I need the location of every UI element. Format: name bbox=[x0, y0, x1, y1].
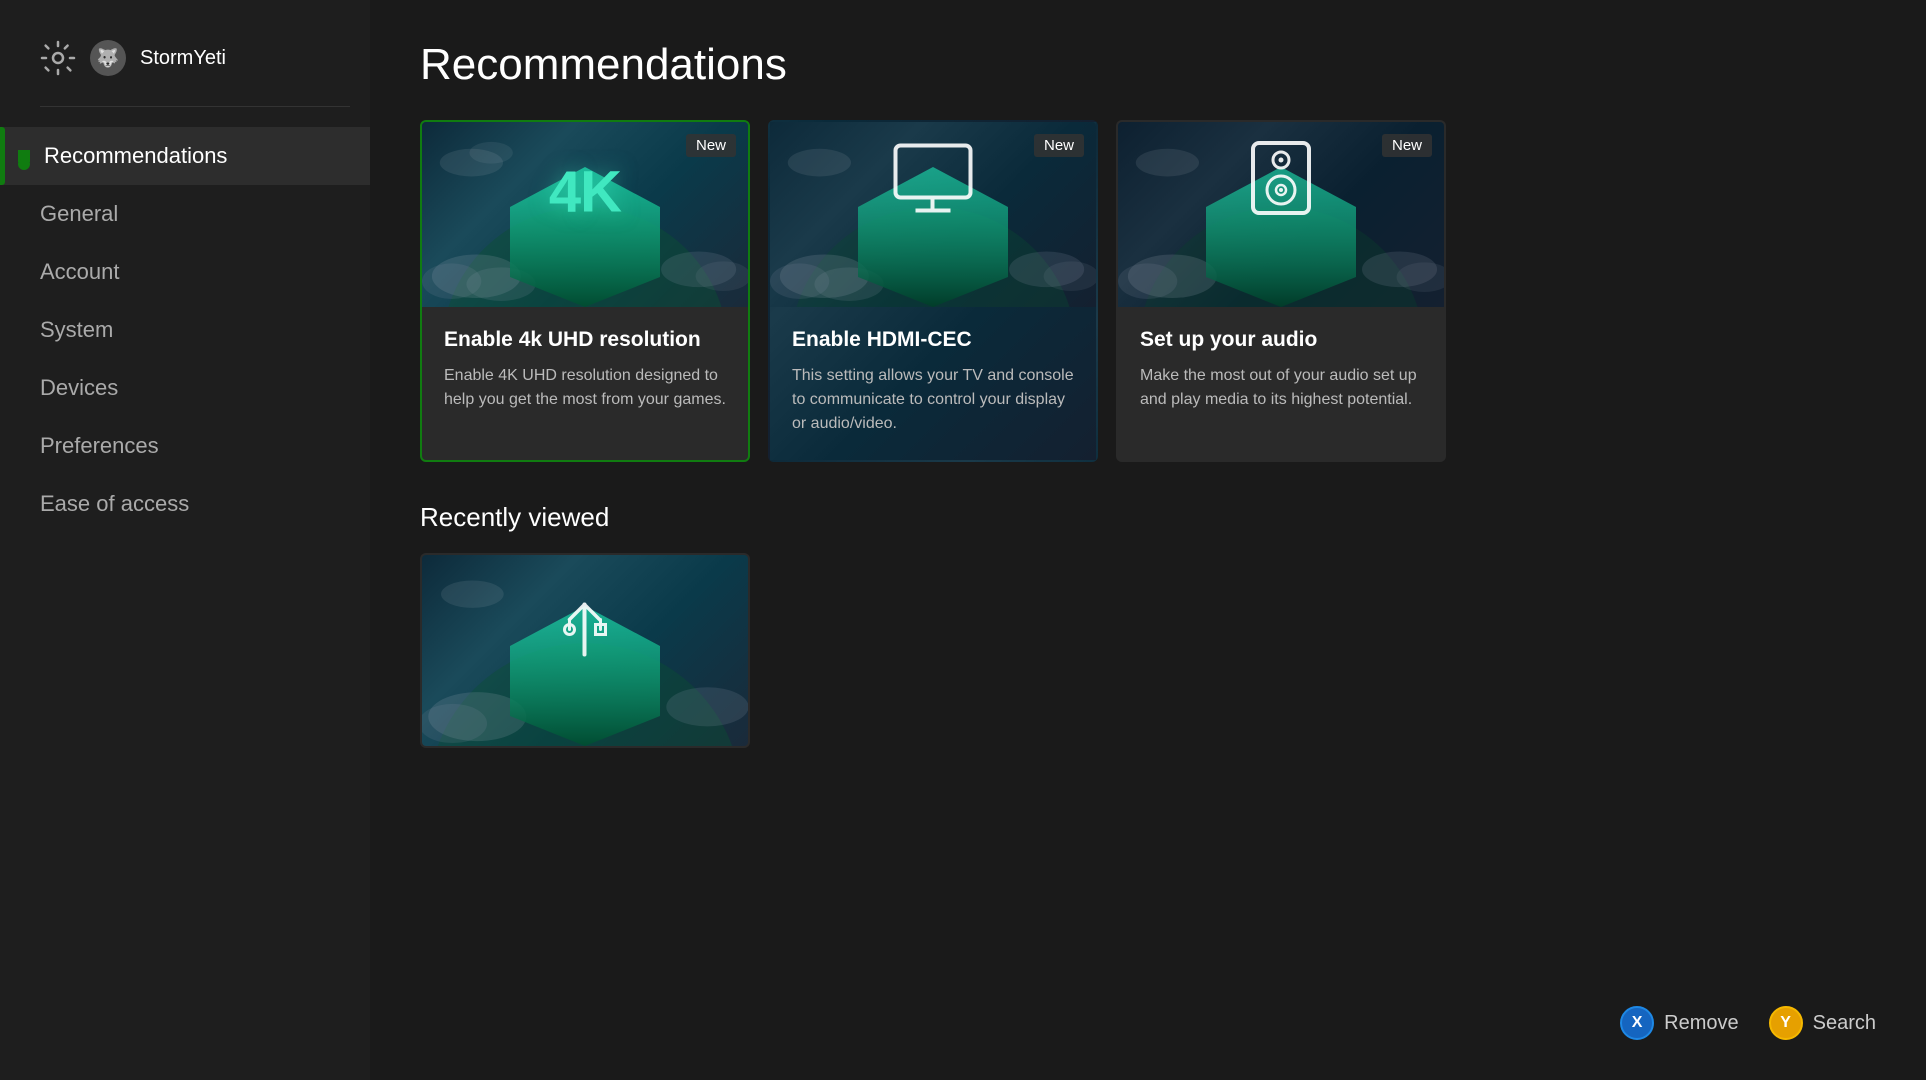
remove-label: Remove bbox=[1664, 1012, 1738, 1035]
rec-card-audio[interactable]: New Set up your audio Make the most out … bbox=[1116, 120, 1446, 462]
sidebar-item-recommendations[interactable]: Recommendations bbox=[0, 127, 370, 185]
sidebar-divider bbox=[40, 106, 350, 107]
sidebar-label-account: Account bbox=[40, 259, 120, 285]
sidebar-item-account[interactable]: Account bbox=[0, 243, 370, 301]
rec-card-4k[interactable]: 4K New Enable 4k UHD resolution Enable 4… bbox=[420, 120, 750, 462]
sidebar-item-ease-of-access[interactable]: Ease of access bbox=[0, 475, 370, 533]
bottom-bar: X Remove Y Search bbox=[1620, 1006, 1876, 1040]
username-label: StormYeti bbox=[140, 47, 226, 70]
page-title: Recommendations bbox=[420, 40, 1876, 90]
sidebar-item-general[interactable]: General bbox=[0, 185, 370, 243]
recent-card-image-1 bbox=[422, 555, 748, 746]
badge-new-audio: New bbox=[1382, 134, 1432, 157]
sidebar-label-general: General bbox=[40, 201, 118, 227]
sidebar-label-devices: Devices bbox=[40, 375, 118, 401]
card-body-audio: Set up your audio Make the most out of y… bbox=[1118, 307, 1444, 436]
sidebar-label-system: System bbox=[40, 317, 113, 343]
card-title-4k: Enable 4k UHD resolution bbox=[444, 327, 726, 352]
sidebar-header: 🐺 StormYeti bbox=[0, 30, 370, 106]
gear-icon[interactable] bbox=[40, 40, 76, 76]
sidebar: 🐺 StormYeti Recommendations General Acco… bbox=[0, 0, 370, 1080]
main-content: Recommendations bbox=[370, 0, 1926, 1080]
search-label: Search bbox=[1813, 1012, 1876, 1035]
card-title-hdmi: Enable HDMI-CEC bbox=[792, 327, 1074, 352]
card-image-audio: New bbox=[1118, 122, 1444, 307]
badge-new-4k: New bbox=[686, 134, 736, 157]
sidebar-label-recommendations: Recommendations bbox=[44, 143, 227, 169]
badge-new-hdmi: New bbox=[1034, 134, 1084, 157]
recommendation-cards-row: 4K New Enable 4k UHD resolution Enable 4… bbox=[420, 120, 1876, 462]
sidebar-nav: Recommendations General Account System D… bbox=[0, 127, 370, 533]
card-body-hdmi: Enable HDMI-CEC This setting allows your… bbox=[770, 307, 1096, 460]
active-indicator bbox=[18, 150, 30, 162]
recent-cards-row bbox=[420, 553, 1876, 748]
recently-viewed-title: Recently viewed bbox=[420, 502, 1876, 533]
icon-4k-text: 4K bbox=[549, 159, 621, 226]
recently-viewed-section: Recently viewed bbox=[420, 502, 1876, 748]
search-hint: Y Search bbox=[1769, 1006, 1876, 1040]
sidebar-label-preferences: Preferences bbox=[40, 433, 159, 459]
sidebar-item-system[interactable]: System bbox=[0, 301, 370, 359]
card-title-audio: Set up your audio bbox=[1140, 327, 1422, 352]
card-body-4k: Enable 4k UHD resolution Enable 4K UHD r… bbox=[422, 307, 748, 436]
y-button[interactable]: Y bbox=[1769, 1006, 1803, 1040]
sidebar-item-devices[interactable]: Devices bbox=[0, 359, 370, 417]
card-desc-4k: Enable 4K UHD resolution designed to hel… bbox=[444, 364, 726, 412]
card-image-hdmi: New bbox=[770, 122, 1096, 307]
remove-hint: X Remove bbox=[1620, 1006, 1738, 1040]
recent-card-1[interactable] bbox=[420, 553, 750, 748]
card-image-4k: 4K New bbox=[422, 122, 748, 307]
x-button[interactable]: X bbox=[1620, 1006, 1654, 1040]
card-desc-audio: Make the most out of your audio set up a… bbox=[1140, 364, 1422, 412]
avatar: 🐺 bbox=[90, 40, 126, 76]
sidebar-label-ease-of-access: Ease of access bbox=[40, 491, 189, 517]
card-desc-hdmi: This setting allows your TV and console … bbox=[792, 364, 1074, 436]
sidebar-item-preferences[interactable]: Preferences bbox=[0, 417, 370, 475]
rec-card-hdmi[interactable]: New Enable HDMI-CEC This setting allows … bbox=[768, 120, 1098, 462]
